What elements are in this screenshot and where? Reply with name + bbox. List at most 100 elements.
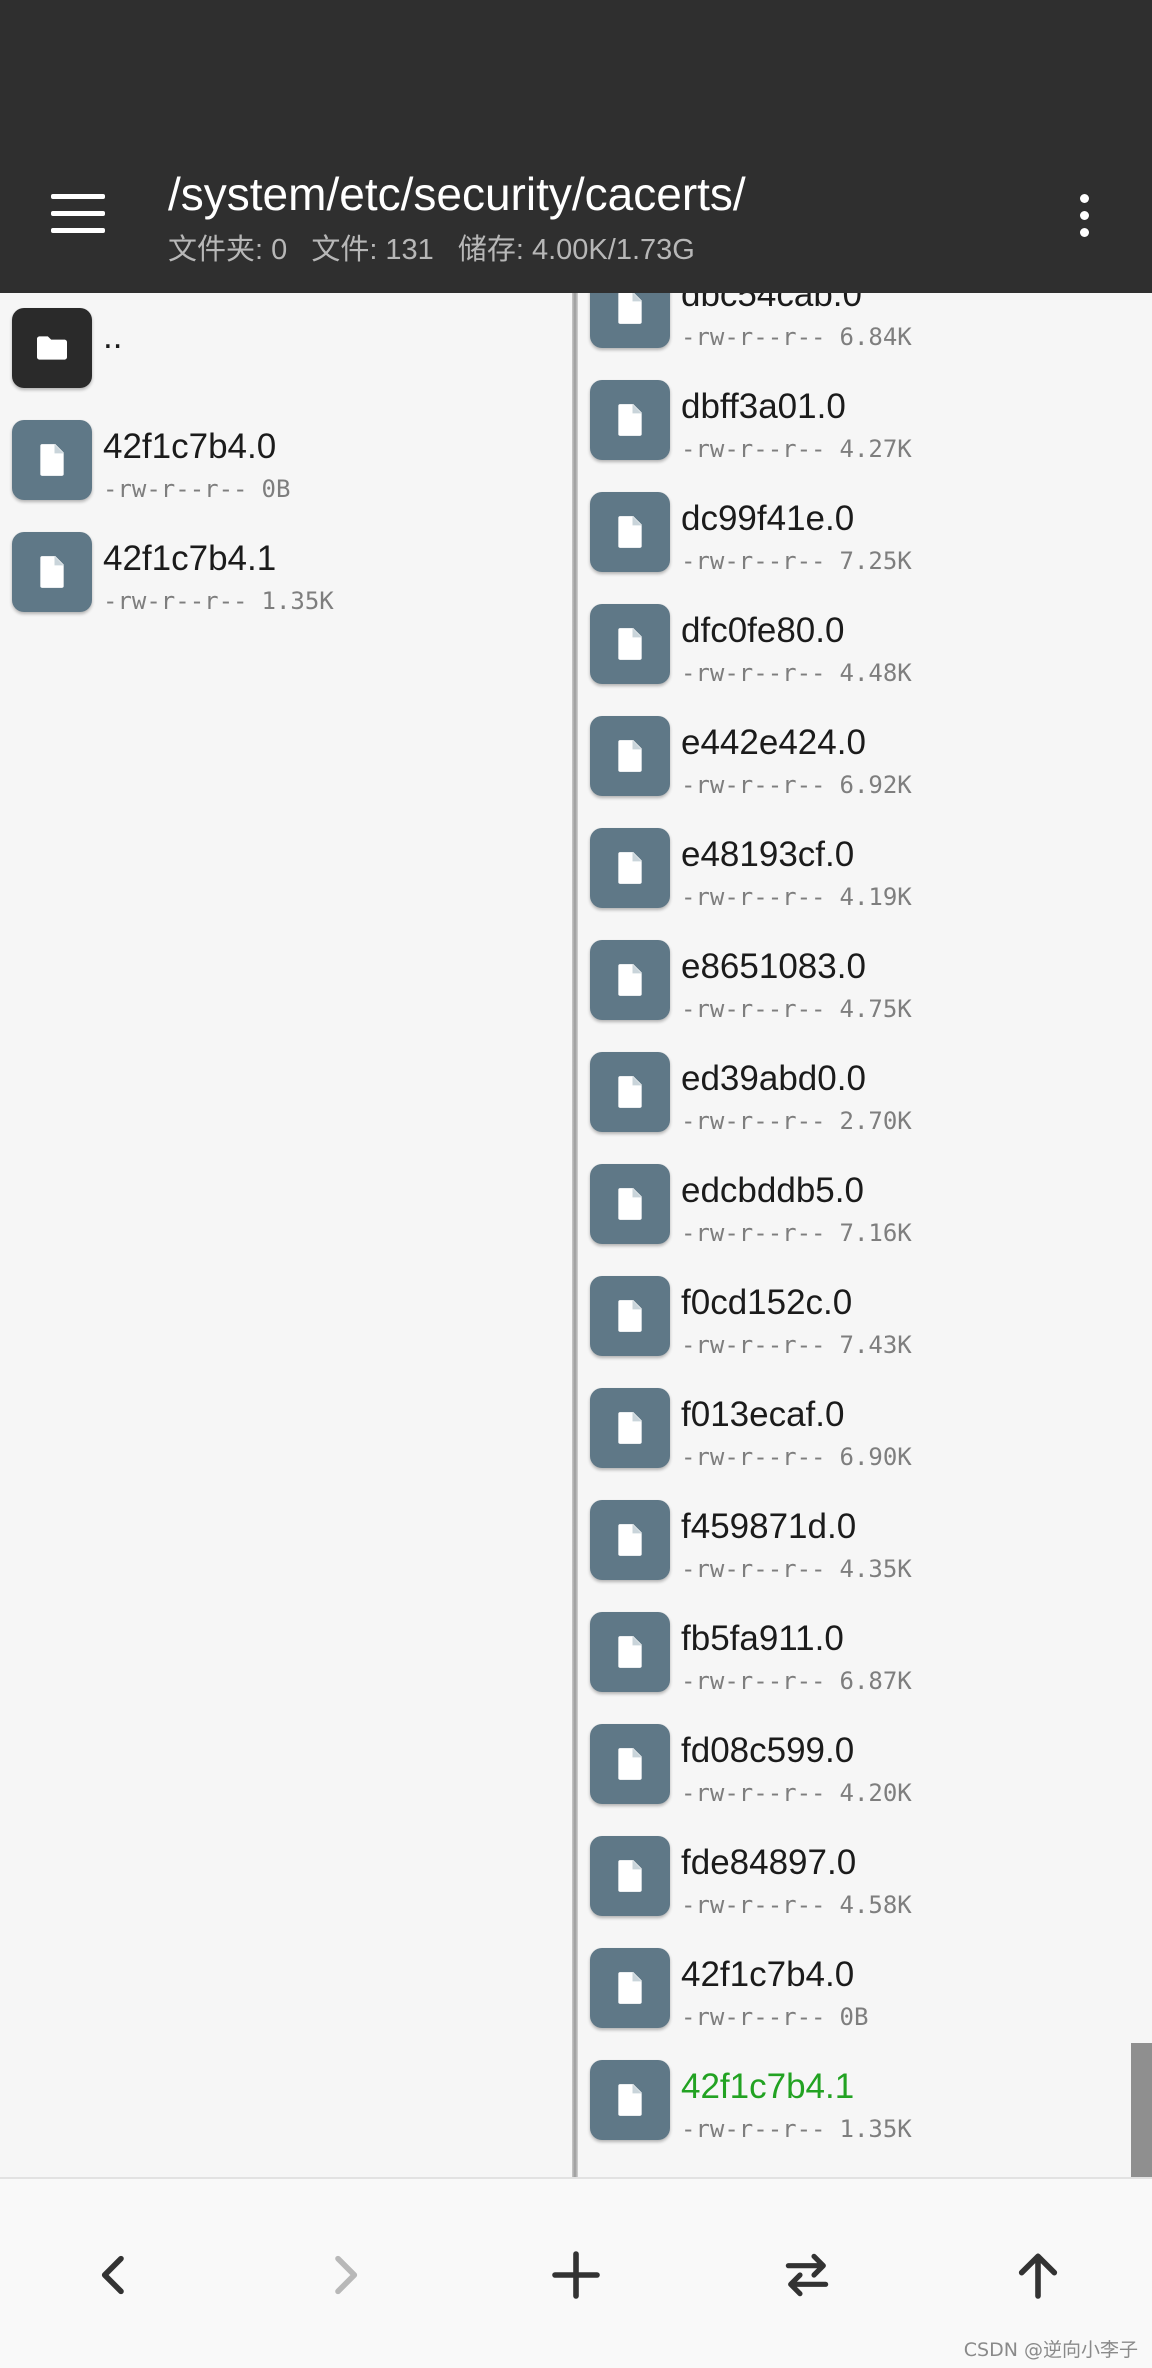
arrow-up-icon	[1018, 2253, 1058, 2299]
file-meta: -rw-r--r-- 1.35K	[681, 2113, 912, 2145]
file-icon	[590, 1500, 670, 1580]
file-permissions: -rw-r--r--	[681, 547, 826, 575]
right-pane[interactable]: dbc54cab.0 -rw-r--r-- 6.84K dbff3a01.0 -rw-r…	[578, 293, 1152, 2177]
add-button[interactable]	[536, 2235, 616, 2315]
file-icon	[590, 1836, 670, 1916]
file-permissions: -rw-r--r--	[681, 1219, 826, 1247]
file-permissions: -rw-r--r--	[681, 659, 826, 687]
file-row[interactable]: f0cd152c.0 -rw-r--r-- 7.43K	[578, 1261, 1152, 1373]
file-name: 42f1c7b4.1	[681, 2067, 855, 2106]
file-permissions: -rw-r--r--	[103, 587, 248, 615]
file-size: 6.84K	[839, 323, 912, 351]
file-meta: -rw-r--r-- 6.92K	[681, 769, 912, 801]
watermark: CSDN @逆向小李子	[963, 2339, 1138, 2361]
file-name: ..	[103, 317, 123, 356]
file-name: dbff3a01.0	[681, 387, 846, 426]
file-row[interactable]: fd08c599.0 -rw-r--r-- 4.20K	[578, 1709, 1152, 1821]
file-permissions: -rw-r--r--	[681, 1331, 826, 1359]
file-icon	[590, 1052, 670, 1132]
file-size: 7.43K	[839, 1331, 912, 1359]
file-name: e48193cf.0	[681, 835, 855, 874]
file-permissions: -rw-r--r--	[681, 2115, 826, 2143]
file-meta: -rw-r--r-- 4.58K	[681, 1889, 912, 1921]
folder-icon	[12, 308, 92, 388]
bottom-toolbar: CSDN @逆向小李子	[0, 2177, 1152, 2368]
file-meta: -rw-r--r-- 2.70K	[681, 1105, 912, 1137]
file-name: fde84897.0	[681, 1843, 857, 1882]
file-icon	[590, 1164, 670, 1244]
chevron-left-icon	[101, 2255, 124, 2295]
file-row[interactable]: edcbddb5.0 -rw-r--r-- 7.16K	[578, 1149, 1152, 1261]
file-size: 1.35K	[261, 587, 334, 615]
file-icon	[590, 2060, 670, 2140]
left-pane[interactable]: .. 42f1c7b4.0 -rw-r--r-- 0B 42f1c7b4.1 -rw-r…	[0, 293, 572, 2177]
file-row[interactable]: dbc54cab.0 -rw-r--r-- 6.84K	[578, 293, 1152, 365]
file-name: 42f1c7b4.1	[103, 539, 277, 578]
file-meta: -rw-r--r-- 1.35K	[103, 585, 334, 617]
file-row[interactable]: dfc0fe80.0 -rw-r--r-- 4.48K	[578, 589, 1152, 701]
file-row[interactable]: 42f1c7b4.0 -rw-r--r-- 0B	[0, 405, 572, 517]
file-size: 4.48K	[839, 659, 912, 687]
file-row[interactable]: 42f1c7b4.1 -rw-r--r-- 1.35K	[0, 517, 572, 629]
file-row[interactable]: f459871d.0 -rw-r--r-- 4.35K	[578, 1485, 1152, 1597]
file-size: 7.25K	[839, 547, 912, 575]
file-icon	[590, 1612, 670, 1692]
file-name: dc99f41e.0	[681, 499, 855, 538]
file-size: 7.16K	[839, 1219, 912, 1247]
file-meta: -rw-r--r-- 4.35K	[681, 1553, 912, 1585]
forward-button[interactable]	[305, 2235, 385, 2315]
swap-panes-button[interactable]	[767, 2235, 847, 2315]
file-permissions: -rw-r--r--	[681, 1555, 826, 1583]
parent-directory-button[interactable]	[998, 2235, 1078, 2315]
file-size: 2.70K	[839, 1107, 912, 1135]
file-permissions: -rw-r--r--	[681, 2003, 826, 2031]
file-size: 6.87K	[839, 1667, 912, 1695]
file-name: fb5fa911.0	[681, 1619, 844, 1658]
file-row[interactable]: dc99f41e.0 -rw-r--r-- 7.25K	[578, 477, 1152, 589]
file-name: 42f1c7b4.0	[103, 427, 277, 466]
file-icon	[590, 1948, 670, 2028]
file-size: 4.75K	[839, 995, 912, 1023]
file-icon	[590, 716, 670, 796]
directory-stats: 文件夹: 0 文件: 131 储存: 4.00K/1.73G	[168, 230, 1068, 270]
more-options-icon[interactable]	[1060, 180, 1108, 250]
file-row[interactable]: e48193cf.0 -rw-r--r-- 4.19K	[578, 813, 1152, 925]
parent-folder-row[interactable]: ..	[0, 293, 572, 405]
chevron-right-icon	[335, 2255, 358, 2295]
file-size: 4.20K	[839, 1779, 912, 1807]
file-row[interactable]: 42f1c7b4.0 -rw-r--r-- 0B	[578, 1933, 1152, 2045]
file-permissions: -rw-r--r--	[681, 1107, 826, 1135]
file-icon	[590, 940, 670, 1020]
file-permissions: -rw-r--r--	[681, 435, 826, 463]
file-icon	[590, 492, 670, 572]
file-permissions: -rw-r--r--	[681, 995, 826, 1023]
file-name: e442e424.0	[681, 723, 866, 762]
scrollbar-thumb[interactable]	[1131, 2043, 1152, 2177]
app-bar: /system/etc/security/cacerts/ 文件夹: 0 文件:…	[0, 0, 1152, 293]
file-size: 0B	[839, 2003, 869, 2031]
file-row[interactable]: ed39abd0.0 -rw-r--r-- 2.70K	[578, 1037, 1152, 1149]
file-icon	[590, 380, 670, 460]
pane-divider[interactable]	[572, 293, 578, 2177]
back-button[interactable]	[74, 2235, 154, 2315]
file-size: 4.35K	[839, 1555, 912, 1583]
file-row[interactable]: e8651083.0 -rw-r--r-- 4.75K	[578, 925, 1152, 1037]
file-row[interactable]: fde84897.0 -rw-r--r-- 4.58K	[578, 1821, 1152, 1933]
file-size: 6.92K	[839, 771, 912, 799]
file-row[interactable]: dbff3a01.0 -rw-r--r-- 4.27K	[578, 365, 1152, 477]
file-row[interactable]: f013ecaf.0 -rw-r--r-- 6.90K	[578, 1373, 1152, 1485]
file-row[interactable]: e442e424.0 -rw-r--r-- 6.92K	[578, 701, 1152, 813]
file-name: dfc0fe80.0	[681, 611, 845, 650]
file-icon	[590, 1276, 670, 1356]
file-icon	[12, 532, 92, 612]
file-count: 文件: 131	[311, 234, 434, 266]
file-row[interactable]: 42f1c7b4.1 -rw-r--r-- 1.35K	[578, 2045, 1152, 2157]
right-file-list: dbc54cab.0 -rw-r--r-- 6.84K dbff3a01.0 -rw-r…	[578, 293, 1152, 2157]
file-permissions: -rw-r--r--	[681, 1891, 826, 1919]
file-row[interactable]: fb5fa911.0 -rw-r--r-- 6.87K	[578, 1597, 1152, 1709]
file-size: 4.27K	[839, 435, 912, 463]
plus-icon	[552, 2251, 600, 2299]
menu-icon[interactable]	[36, 178, 120, 248]
file-meta: -rw-r--r-- 7.43K	[681, 1329, 912, 1361]
file-icon	[590, 1724, 670, 1804]
